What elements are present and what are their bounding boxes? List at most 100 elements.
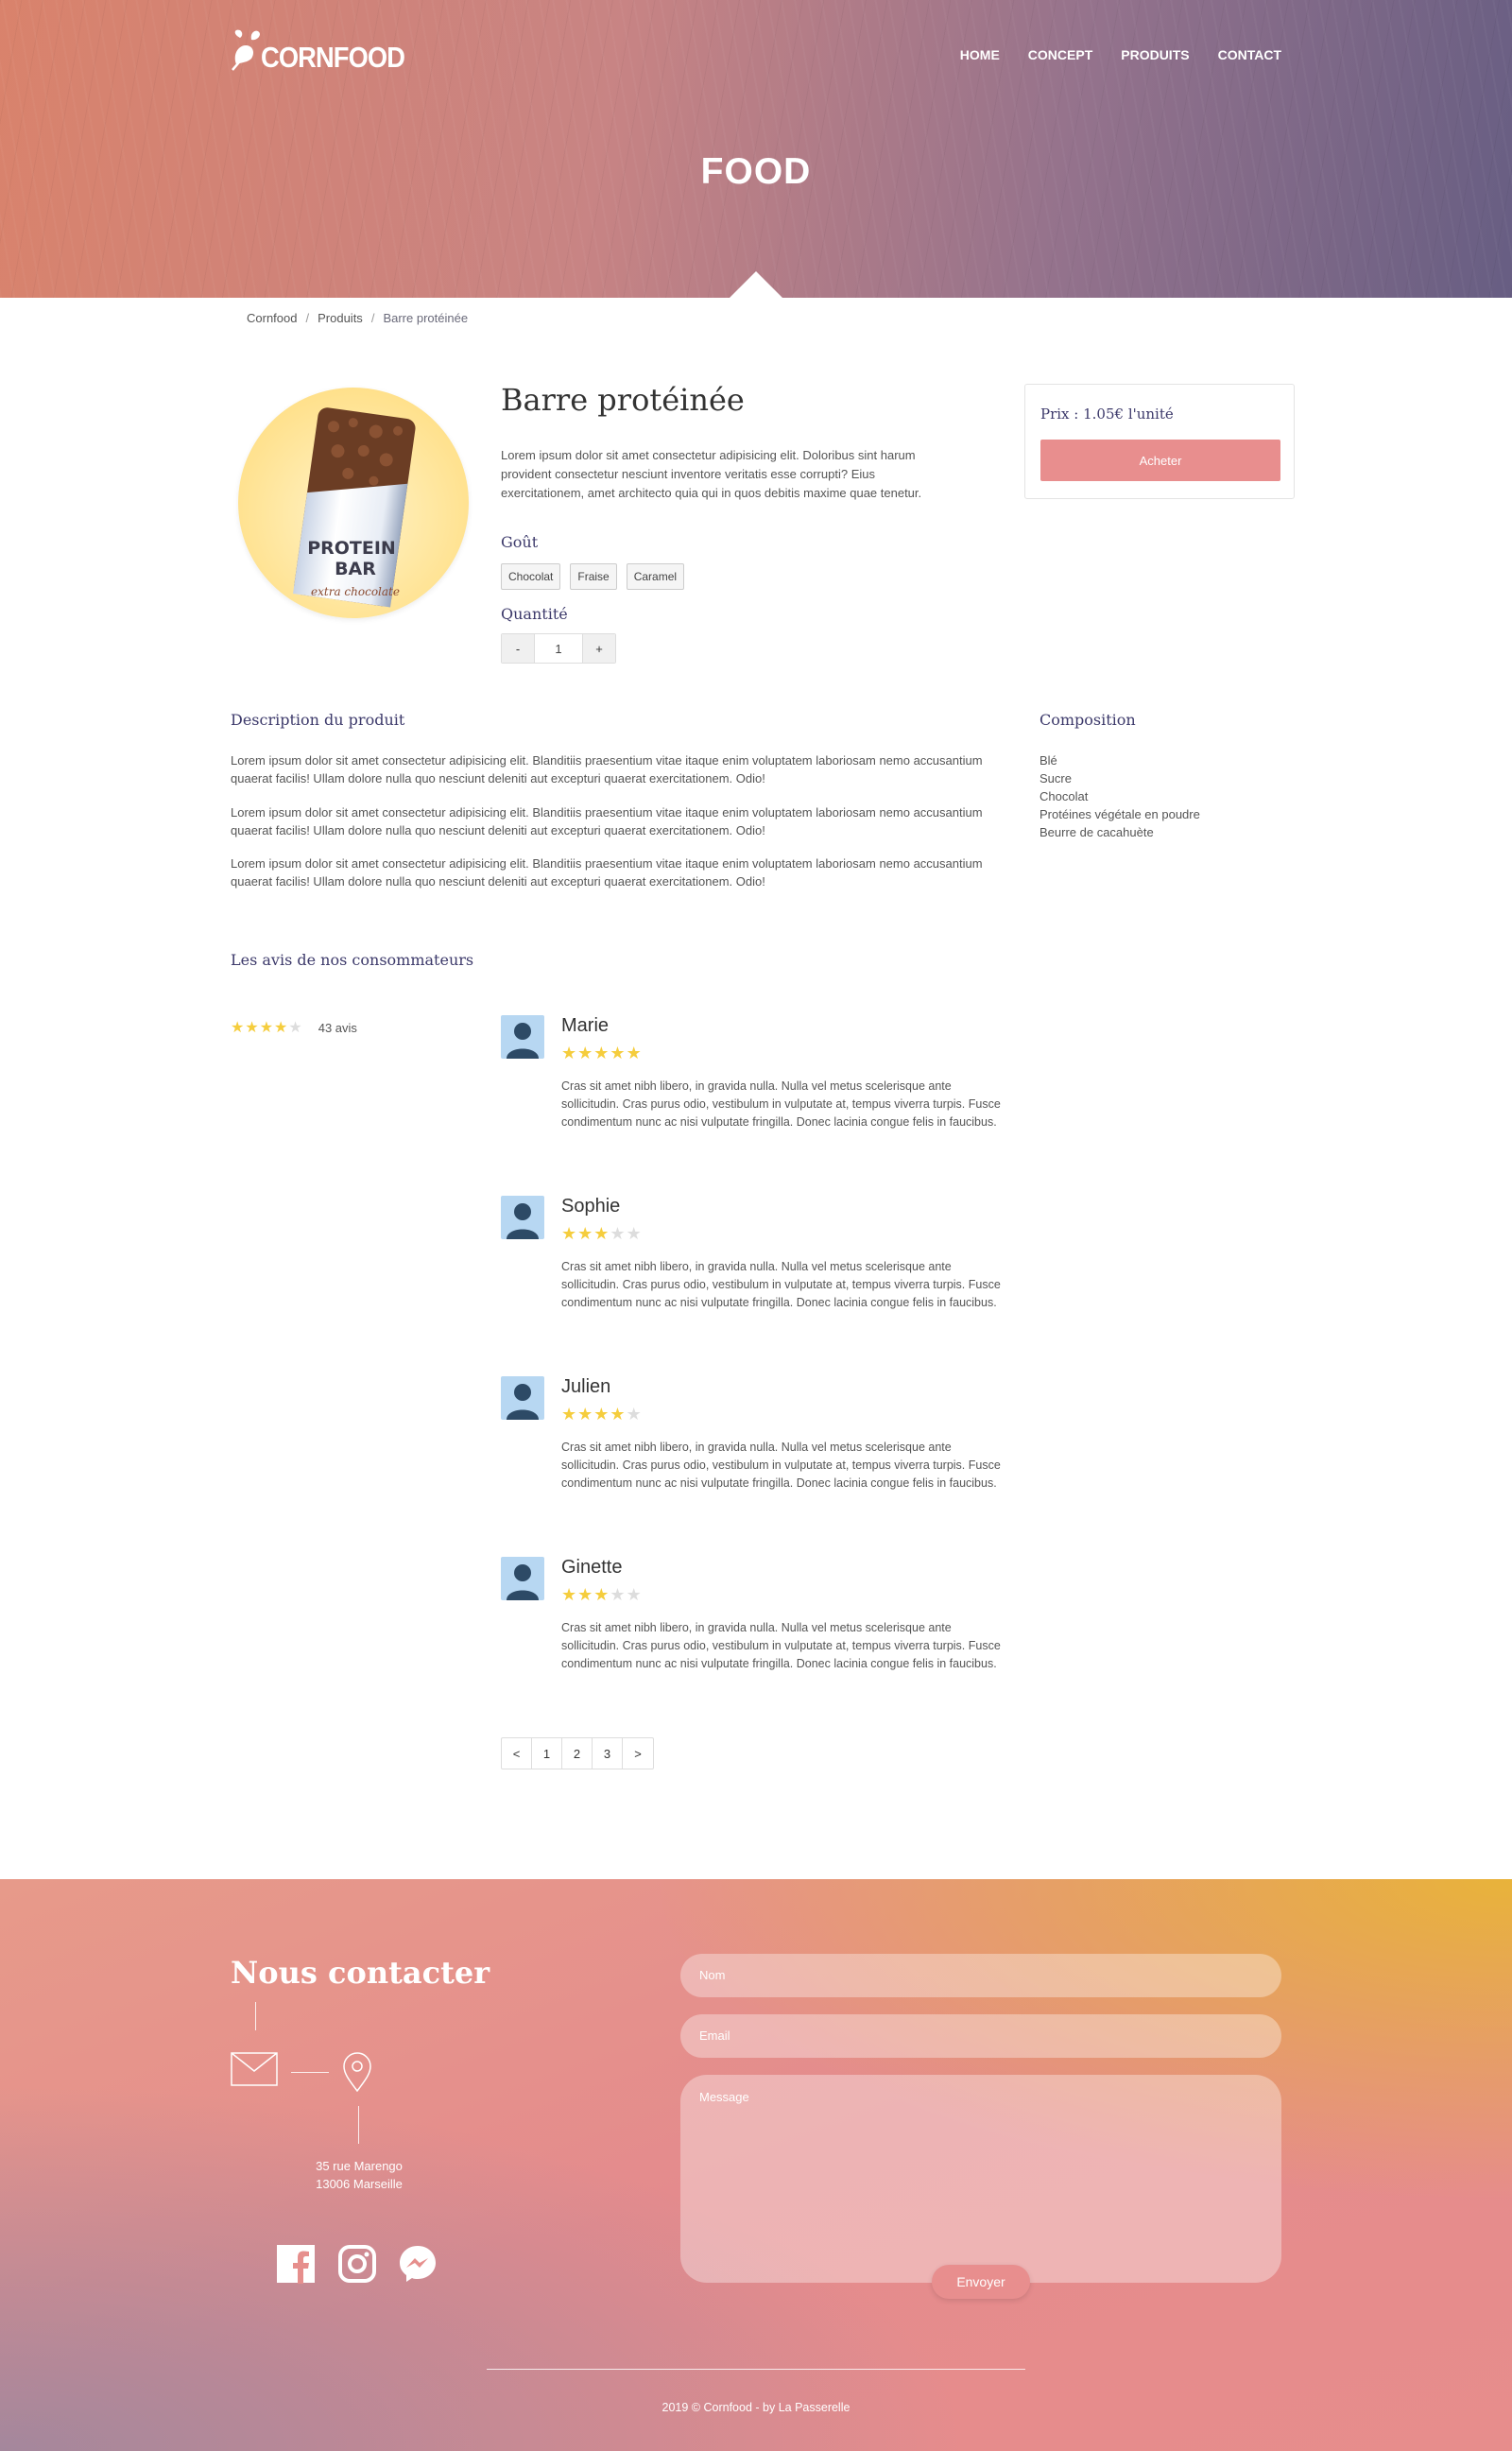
instagram-icon[interactable] — [337, 2244, 377, 2284]
flavor-options: Chocolat Fraise Caramel — [501, 563, 685, 590]
pagination-page-1[interactable]: 1 — [532, 1738, 562, 1769]
email-field[interactable]: Email — [680, 2014, 1281, 2058]
composition-item: Chocolat — [1040, 789, 1089, 803]
reviewer-name: Ginette — [561, 1557, 623, 1578]
review-stars: ★★★★★ — [561, 1044, 643, 1063]
star-filled-icon: ★ — [593, 1585, 610, 1604]
star-empty-icon: ★ — [610, 1585, 627, 1604]
pagination-page-3[interactable]: 3 — [593, 1738, 623, 1769]
product-image-text-3: extra chocolate — [311, 585, 400, 598]
review-stars: ★★★★★ — [561, 1585, 643, 1605]
quantity-decrease-button[interactable]: - — [502, 634, 534, 663]
footer-divider — [487, 2369, 1025, 2370]
decor-line — [358, 2106, 359, 2144]
decor-line — [255, 2002, 256, 2030]
breadcrumb-current: Barre protéinée — [383, 311, 469, 325]
review-text: Cras sit amet nibh libero, in gravida nu… — [561, 1260, 1001, 1309]
star-filled-icon: ★ — [259, 1020, 275, 1036]
reviews-summary: ★★★★★ 43 avis — [231, 1018, 357, 1037]
flavor-label: Goût — [501, 533, 539, 551]
star-empty-icon: ★ — [610, 1224, 627, 1243]
star-filled-icon: ★ — [626, 1044, 643, 1062]
location-pin-icon[interactable] — [342, 2052, 372, 2097]
star-filled-icon: ★ — [561, 1224, 578, 1243]
average-rating-stars: ★★★★★ — [231, 1018, 303, 1037]
product-short-description: Lorem ipsum dolor sit amet consectetur a… — [501, 448, 922, 500]
nav-produits[interactable]: PRODUITS — [1121, 47, 1189, 62]
price-box: Prix : 1.05€ l'unité Acheter — [1024, 384, 1295, 499]
star-filled-icon: ★ — [577, 1044, 594, 1062]
star-filled-icon: ★ — [274, 1020, 289, 1036]
star-filled-icon: ★ — [577, 1224, 594, 1243]
reviews-title: Les avis de nos consommateurs — [231, 951, 474, 969]
message-field[interactable]: Message — [680, 2075, 1281, 2283]
flavor-fraise[interactable]: Fraise — [570, 563, 617, 590]
messenger-icon[interactable] — [398, 2244, 438, 2284]
facebook-icon[interactable] — [276, 2244, 316, 2284]
decor-line — [291, 2072, 329, 2073]
star-filled-icon: ★ — [593, 1044, 610, 1062]
review-text: Cras sit amet nibh libero, in gravida nu… — [561, 1441, 1001, 1490]
star-filled-icon: ★ — [610, 1405, 627, 1424]
review-stars: ★★★★★ — [561, 1224, 643, 1244]
breadcrumb-home[interactable]: Cornfood — [247, 311, 297, 325]
star-filled-icon: ★ — [561, 1585, 578, 1604]
leaf-logo-icon — [231, 28, 265, 72]
review-text: Cras sit amet nibh libero, in gravida nu… — [561, 1079, 1001, 1129]
star-filled-icon: ★ — [577, 1405, 594, 1424]
star-filled-icon: ★ — [561, 1044, 578, 1062]
address-line-2: 13006 Marseille — [316, 2177, 403, 2191]
quantity-stepper: - 1 + — [501, 633, 616, 664]
description-paragraph: Lorem ipsum dolor sit amet consectetur a… — [231, 856, 983, 889]
breadcrumb: Cornfood / Produits / Barre protéinée — [247, 311, 468, 325]
star-filled-icon: ★ — [577, 1585, 594, 1604]
description-paragraph: Lorem ipsum dolor sit amet consectetur a… — [231, 753, 983, 785]
product-price: Prix : 1.05€ l'unité — [1040, 406, 1174, 423]
pagination-next[interactable]: > — [623, 1738, 653, 1769]
send-button[interactable]: Envoyer — [932, 2265, 1030, 2299]
logo-text: CORNFOOD — [261, 41, 405, 74]
contact-address: 35 rue Marengo 13006 Marseille — [284, 2157, 435, 2193]
user-avatar-icon — [501, 1376, 544, 1420]
composition-title: Composition — [1040, 711, 1136, 729]
buy-button[interactable]: Acheter — [1040, 440, 1280, 481]
product-image-text-2: BAR — [335, 559, 376, 579]
nav-contact[interactable]: CONTACT — [1218, 47, 1281, 62]
flavor-caramel[interactable]: Caramel — [626, 563, 685, 590]
hero-title: FOOD — [700, 151, 812, 192]
quantity-label: Quantité — [501, 605, 568, 623]
reviewer-name: Julien — [561, 1376, 611, 1397]
flavor-chocolat[interactable]: Chocolat — [501, 563, 561, 590]
review-stars: ★★★★★ — [561, 1405, 643, 1424]
pagination-page-2[interactable]: 2 — [562, 1738, 593, 1769]
quantity-increase-button[interactable]: + — [583, 634, 615, 663]
nav-home[interactable]: HOME — [960, 47, 1000, 62]
star-empty-icon: ★ — [626, 1405, 643, 1424]
pagination-prev[interactable]: < — [502, 1738, 532, 1769]
name-field[interactable]: Nom — [680, 1954, 1281, 1997]
breadcrumb-produits[interactable]: Produits — [318, 311, 363, 325]
star-filled-icon: ★ — [593, 1224, 610, 1243]
user-avatar-icon — [501, 1196, 544, 1239]
copyright: 2019 © Cornfood - by La Passerelle — [662, 2401, 850, 2414]
contact-title: Nous contacter — [231, 1955, 490, 1991]
composition-item: Beurre de cacahuète — [1040, 825, 1154, 839]
product-image-text-1: PROTEIN — [307, 538, 396, 559]
mail-icon[interactable] — [231, 2052, 278, 2091]
description-paragraph: Lorem ipsum dolor sit amet consectetur a… — [231, 805, 983, 837]
reviewer-name: Sophie — [561, 1196, 621, 1217]
nav-concept[interactable]: CONCEPT — [1028, 47, 1092, 62]
reviewer-name: Marie — [561, 1015, 610, 1036]
composition-list: Blé Sucre Chocolat Protéines végétale en… — [1040, 751, 1200, 841]
quantity-value[interactable]: 1 — [534, 634, 583, 663]
page: CORNFOOD HOME CONCEPT PRODUITS CONTACT F… — [0, 0, 1512, 2451]
review-text: Cras sit amet nibh libero, in gravida nu… — [561, 1621, 1001, 1670]
breadcrumb-separator: / — [370, 311, 375, 325]
reviews-count: 43 avis — [318, 1020, 357, 1035]
logo[interactable]: CORNFOOD — [231, 28, 424, 72]
composition-item: Blé — [1040, 753, 1057, 768]
star-filled-icon: ★ — [231, 1020, 246, 1036]
contact-footer: Nous contacter 35 rue Marengo 13006 Mars… — [0, 1879, 1512, 2451]
star-filled-icon: ★ — [593, 1405, 610, 1424]
pagination: < 1 2 3 > — [501, 1737, 654, 1769]
